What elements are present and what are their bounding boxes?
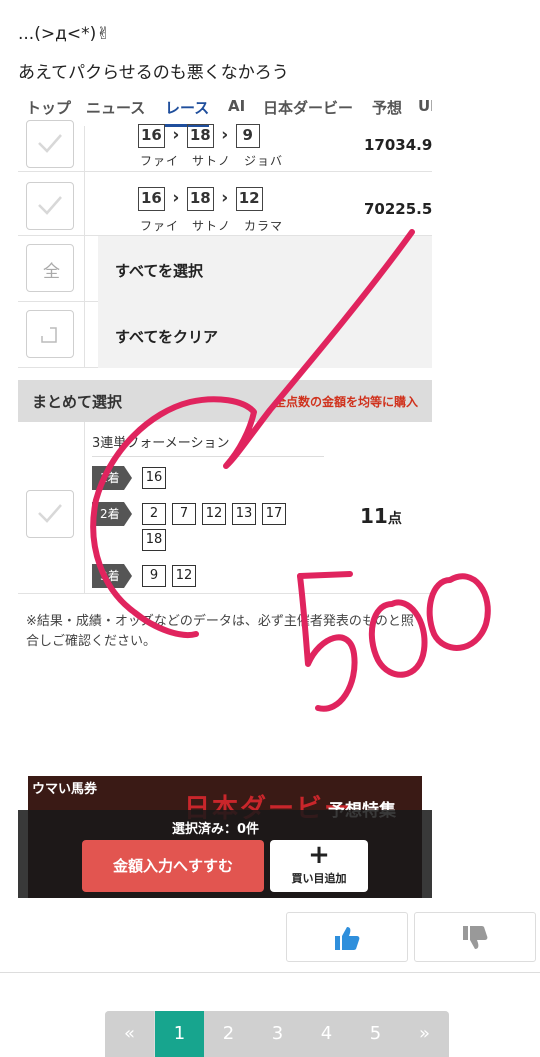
pagination-page-2[interactable]: 2 — [204, 1011, 253, 1057]
handwritten-ink — [90, 229, 491, 712]
pagination-page-3[interactable]: 3 — [253, 1011, 302, 1057]
pagination-page-4[interactable]: 4 — [302, 1011, 351, 1057]
pagination: « 1 2 3 4 5 » — [105, 1011, 449, 1057]
pagination-next[interactable]: » — [400, 1011, 449, 1057]
pagination-prev[interactable]: « — [105, 1011, 154, 1057]
thumbs-down-button[interactable] — [414, 912, 536, 962]
thumbs-up-icon — [335, 927, 360, 950]
pagination-page-1[interactable]: 1 — [155, 1011, 204, 1057]
thumbs-up-button[interactable] — [286, 912, 408, 962]
pagination-page-5[interactable]: 5 — [351, 1011, 400, 1057]
thumbs-down-icon — [463, 926, 488, 949]
